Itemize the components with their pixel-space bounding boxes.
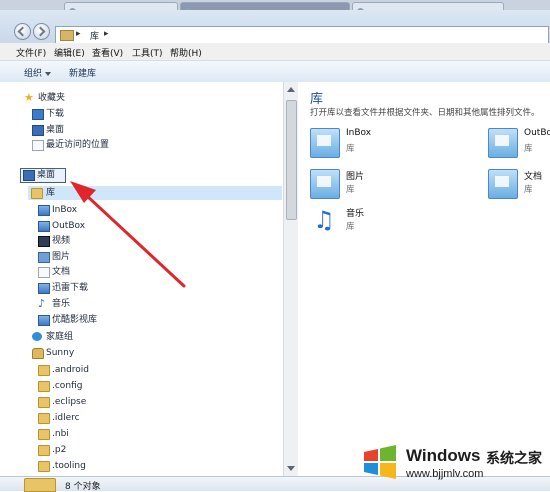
window-chrome: ▸ 库 ▸ [0, 10, 550, 45]
picture-library-icon [310, 169, 340, 199]
library-item-inbox[interactable]: InBox 库 [310, 126, 430, 160]
nav-item-label: 视频 [52, 236, 71, 246]
nav-folder-label: .nbi [52, 429, 69, 439]
windows-logo-icon [364, 445, 396, 479]
recent-places-icon [32, 140, 44, 151]
back-button[interactable] [14, 23, 31, 40]
library-icon [38, 315, 50, 326]
folder-icon [38, 445, 50, 456]
nav-folder-label: .android [52, 365, 90, 375]
library-icon [38, 205, 50, 216]
folder-icon [38, 397, 50, 408]
scrollbar-thumb[interactable] [286, 100, 297, 220]
watermark-url: www.bjjmlv.com [406, 468, 484, 480]
document-icon [38, 267, 50, 278]
organize-button[interactable]: 组织 [24, 66, 52, 79]
library-icon [38, 283, 50, 294]
nav-item-label: 下载 [46, 109, 65, 119]
nav-item-label: OutBox [52, 221, 86, 231]
nav-folder-label: .eclipse [52, 397, 87, 407]
desktop-icon [23, 170, 35, 181]
menu-view[interactable]: 查看(V) [92, 46, 123, 59]
nav-folder-label: .idlerc [52, 413, 80, 423]
breadcrumb-chevron-icon[interactable]: ▸ [76, 29, 81, 39]
library-item-documents[interactable]: 文档 库 [488, 167, 550, 201]
menu-edit[interactable]: 编辑(E) [54, 46, 85, 59]
content-pane: 库 打开库以查看文件并根据文件夹、日期和其他属性排列文件。 InBox 库 Ou… [298, 82, 550, 476]
library-item-name: 文档 [524, 172, 543, 182]
desktop-icon [32, 125, 44, 136]
nav-item-label: InBox [52, 205, 78, 215]
navigation-pane: ★ 收藏夹 下载 桌面 最近访问的位置 桌面 库 InBox OutBox 视频… [0, 82, 283, 476]
nav-libraries-label: 库 [46, 188, 56, 198]
library-icon [38, 221, 50, 232]
scroll-up-icon[interactable] [287, 87, 295, 92]
breadcrumb-chevron-icon[interactable]: ▸ [104, 29, 109, 39]
nav-item-label: 桌面 [46, 125, 65, 135]
nav-homegroup-label: 家庭组 [46, 332, 74, 342]
nav-pane-scrollbar[interactable] [283, 82, 298, 476]
library-folder-icon [31, 188, 43, 199]
music-note-icon: ♪ [38, 297, 46, 310]
folder-icon [38, 365, 50, 376]
library-item-pictures[interactable]: 图片 库 [310, 167, 430, 201]
library-item-name: OutBox [524, 128, 550, 138]
nav-item-label: 图片 [52, 252, 71, 262]
nav-folder-label: .p2 [52, 445, 67, 455]
library-item-outbox[interactable]: OutBox 库 [488, 126, 550, 160]
chevron-down-icon [45, 71, 52, 76]
object-count: 8 个对象 [65, 482, 101, 492]
library-item-type: 库 [346, 144, 355, 154]
nav-item-label: 优酷影视库 [52, 315, 98, 325]
menu-tools[interactable]: 工具(T) [132, 46, 163, 59]
breadcrumb-location[interactable]: 库 [90, 29, 99, 42]
document-library-icon [488, 169, 518, 199]
menu-bar: 文件(F) 编辑(E) 查看(V) 工具(T) 帮助(H) [0, 43, 550, 61]
watermark: Windows 系统之家 www.bjjmlv.com [360, 440, 548, 488]
new-library-button[interactable]: 新建库 [69, 66, 96, 79]
nav-item-label: 最近访问的位置 [46, 140, 110, 150]
library-item-type: 库 [524, 185, 533, 195]
user-folder-icon [32, 348, 44, 359]
watermark-brand: Windows [406, 446, 481, 465]
command-bar: 组织 新建库 [0, 61, 550, 83]
library-icon [310, 128, 340, 158]
nav-folder-label: .config [52, 381, 83, 391]
folder-icon [38, 429, 50, 440]
menu-help[interactable]: 帮助(H) [170, 46, 202, 59]
folder-icon [38, 381, 50, 392]
forward-button[interactable] [33, 23, 50, 40]
organize-label: 组织 [24, 69, 43, 79]
scroll-down-icon[interactable] [287, 466, 295, 471]
library-item-type: 库 [346, 185, 355, 195]
nav-favorites-label: 收藏夹 [38, 93, 66, 103]
menu-file[interactable]: 文件(F) [16, 46, 46, 59]
video-icon [38, 236, 50, 247]
download-icon [32, 109, 44, 120]
library-icon [60, 30, 74, 41]
folder-icon [38, 413, 50, 424]
nav-item-label: 音乐 [52, 299, 71, 309]
nav-desktop-label: 桌面 [37, 170, 56, 180]
picture-icon [38, 252, 50, 263]
homegroup-icon [32, 332, 42, 341]
nav-item-label: 文档 [52, 267, 71, 277]
nav-item-label: 迅雷下载 [52, 283, 89, 293]
library-item-name: InBox [346, 128, 372, 138]
star-icon: ★ [24, 91, 34, 104]
watermark-suffix: 系统之家 [486, 451, 542, 467]
library-item-type: 库 [346, 222, 355, 232]
library-item-type: 库 [524, 144, 533, 154]
library-description: 打开库以查看文件并根据文件夹、日期和其他属性排列文件。 [310, 108, 540, 118]
library-title: 库 [310, 92, 324, 107]
library-item-name: 图片 [346, 172, 365, 182]
folder-icon [38, 461, 50, 472]
nav-libraries[interactable]: 库 [28, 186, 282, 200]
library-item-name: 音乐 [346, 209, 365, 219]
library-item-music[interactable]: ♫ 音乐 库 [310, 204, 430, 238]
music-note-icon: ♫ [313, 206, 335, 234]
library-icon [488, 128, 518, 158]
nav-user-label: Sunny [46, 348, 75, 358]
nav-folder-label: .tooling [52, 461, 86, 471]
